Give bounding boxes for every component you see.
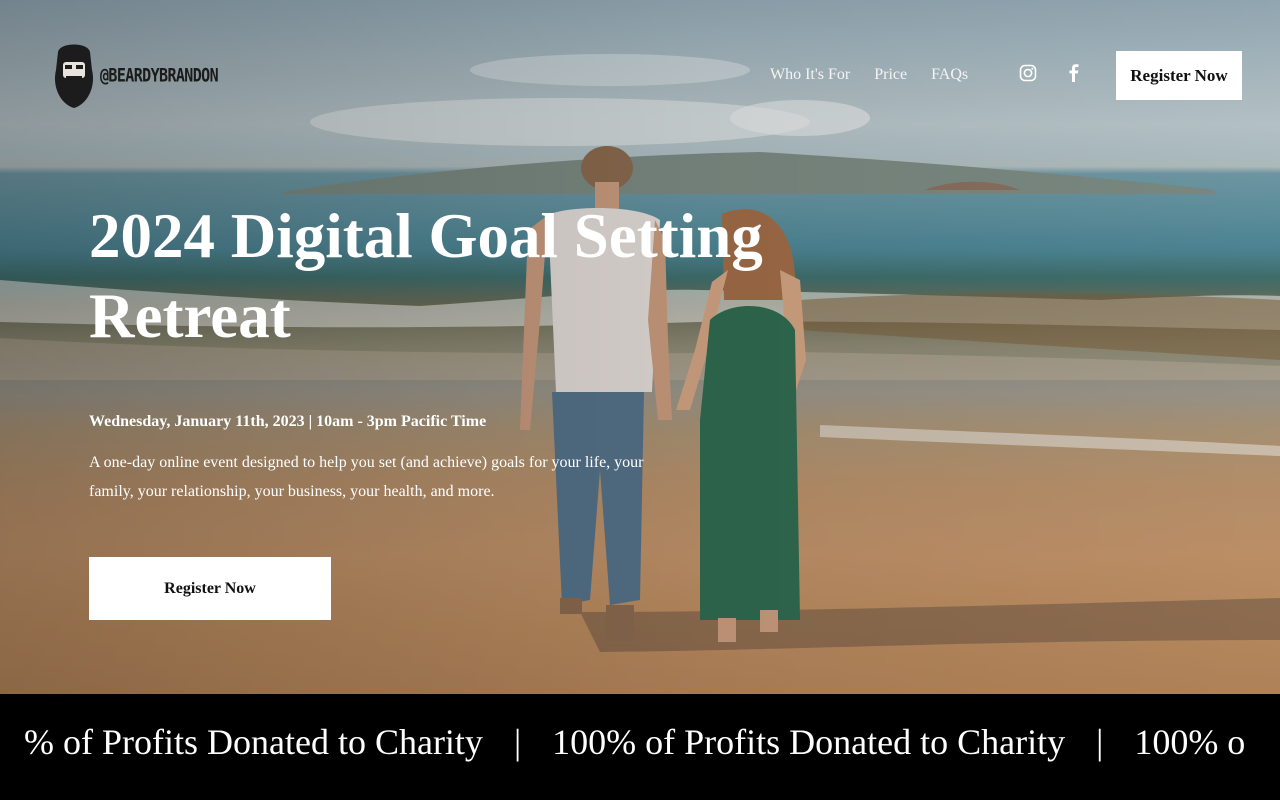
bearded-face-icon — [54, 44, 94, 108]
marquee-item: 100% of Profits Donated to Charity — [552, 722, 1066, 762]
main-nav: Who It's For Price FAQs — [770, 64, 992, 86]
charity-marquee: % of Profits Donated to Charity | 100% o… — [0, 694, 1280, 800]
marquee-track: % of Profits Donated to Charity | 100% o… — [24, 714, 1245, 770]
header-register-button[interactable]: Register Now — [1116, 51, 1242, 100]
marquee-separator: | — [1096, 722, 1104, 762]
event-description: A one-day online event designed to help … — [89, 454, 644, 500]
instagram-link[interactable] — [1019, 64, 1037, 82]
logo-text: @BEARDYBRANDON — [100, 63, 219, 87]
facebook-icon — [1069, 64, 1079, 82]
site-logo[interactable]: @BEARDYBRANDON — [52, 40, 219, 110]
marquee-separator: | — [513, 722, 522, 762]
nav-link-who-its-for[interactable]: Who It's For — [770, 64, 850, 86]
facebook-link[interactable] — [1068, 64, 1080, 82]
nav-link-price[interactable]: Price — [874, 64, 907, 86]
nav-link-faqs[interactable]: FAQs — [931, 64, 968, 86]
event-date: Wednesday, January 11th, 2023 | 10am - 3… — [89, 413, 487, 430]
marquee-item: 100% o — [1134, 722, 1246, 762]
marquee-item: % of Profits Donated to Charity — [24, 722, 483, 762]
instagram-icon — [1019, 64, 1037, 82]
hero-register-button[interactable]: Register Now — [89, 557, 331, 620]
hero-title: 2024 Digital Goal Setting Retreat — [89, 201, 763, 351]
